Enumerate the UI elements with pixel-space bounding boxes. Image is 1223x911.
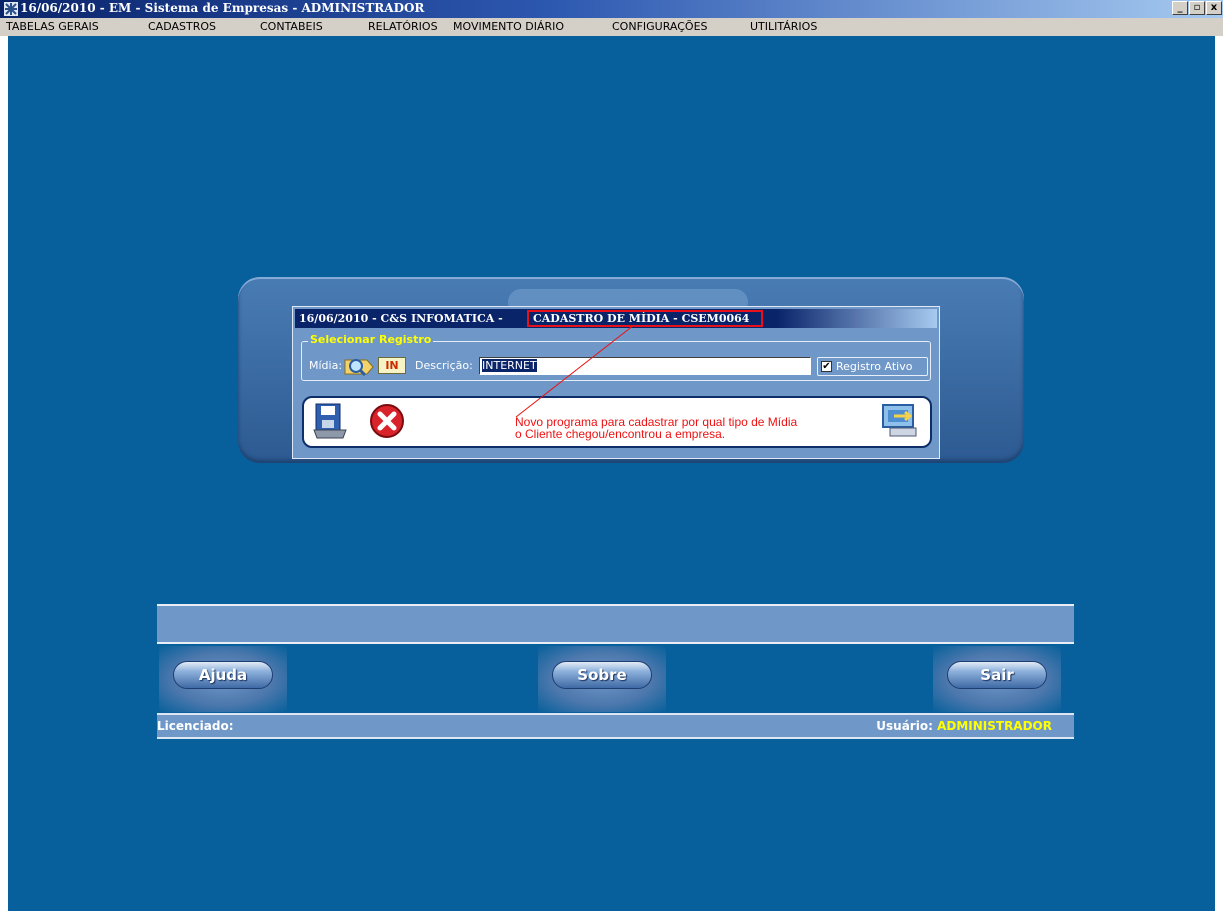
descricao-input[interactable]: INTERNET	[479, 357, 811, 375]
menu-configuracoes[interactable]: CONFIGURAÇÕES	[612, 20, 708, 33]
exit-icon[interactable]	[880, 402, 920, 440]
sobre-button-frame: Sobre	[538, 646, 666, 712]
bottom-info-bar	[157, 604, 1074, 644]
window-title: 16/06/2010 - EM - Sistema de Empresas - …	[20, 1, 425, 15]
menu-movimento-diario[interactable]: MOVIMENTO DIÁRIO	[453, 20, 564, 33]
group-legend: Selecionar Registro	[308, 333, 434, 346]
minimize-button[interactable]: _	[1172, 1, 1188, 15]
bottom-button-row: Ajuda Sobre Sair	[157, 646, 1074, 712]
registro-ativo-checkbox[interactable]: ✔ Registro Ativo	[817, 357, 928, 376]
app-icon	[4, 2, 18, 16]
cadastro-midia-dialog: 16/06/2010 - C&S INFOMATICA - CADASTRO D…	[292, 306, 940, 459]
sair-button-frame: Sair	[933, 646, 1061, 712]
cancel-icon[interactable]	[368, 402, 406, 440]
close-button[interactable]: x	[1206, 1, 1222, 15]
checkbox-box: ✔	[821, 361, 832, 372]
title-gradient	[777, 309, 937, 328]
annotation-text: Novo programa para cadastrar por qual ti…	[515, 416, 797, 440]
maximize-button[interactable]: ▫	[1189, 1, 1205, 15]
save-icon[interactable]	[312, 402, 348, 440]
usuario-label: Usuário:	[876, 719, 933, 733]
menu-tabelas-gerais[interactable]: TABELAS GERAIS	[6, 20, 99, 33]
action-bar: Novo programa para cadastrar por qual ti…	[302, 396, 932, 448]
midia-label: Mídia:	[309, 359, 343, 372]
midia-code-field[interactable]: IN	[378, 357, 406, 374]
descricao-label: Descrição:	[415, 359, 473, 372]
registro-ativo-label: Registro Ativo	[836, 360, 913, 373]
window-title-bar[interactable]: 16/06/2010 - EM - Sistema de Empresas - …	[0, 0, 1223, 18]
descricao-value: INTERNET	[482, 359, 537, 372]
usuario-value: ADMINISTRADOR	[937, 719, 1052, 733]
annotation-line-2: o Cliente chegou/encontrou a empresa.	[515, 427, 726, 441]
ajuda-button[interactable]: Ajuda	[173, 661, 273, 689]
menu-utilitarios[interactable]: UTILITÁRIOS	[750, 20, 817, 33]
sobre-button[interactable]: Sobre	[552, 661, 652, 689]
sair-button[interactable]: Sair	[947, 661, 1047, 689]
ajuda-button-frame: Ajuda	[159, 646, 287, 712]
dialog-title-bar[interactable]: 16/06/2010 - C&S INFOMATICA - CADASTRO D…	[295, 309, 937, 328]
menu-contabeis[interactable]: CONTABEIS	[260, 20, 323, 33]
menu-bar: TABELAS GERAIS CADASTROS CONTABEIS RELAT…	[0, 18, 1223, 36]
desktop-area	[8, 36, 1215, 911]
search-icon[interactable]	[343, 355, 375, 377]
status-bar: Licenciado: Usuário: ADMINISTRADOR	[157, 713, 1074, 739]
usuario-info: Usuário: ADMINISTRADOR	[876, 719, 1052, 733]
licenciado-label: Licenciado:	[157, 719, 234, 733]
menu-relatorios[interactable]: RELATÓRIOS	[368, 20, 438, 33]
annotation-highlight-box	[527, 310, 763, 327]
menu-cadastros[interactable]: CADASTROS	[148, 20, 216, 33]
dialog-title-company: 16/06/2010 - C&S INFOMATICA -	[299, 312, 503, 325]
